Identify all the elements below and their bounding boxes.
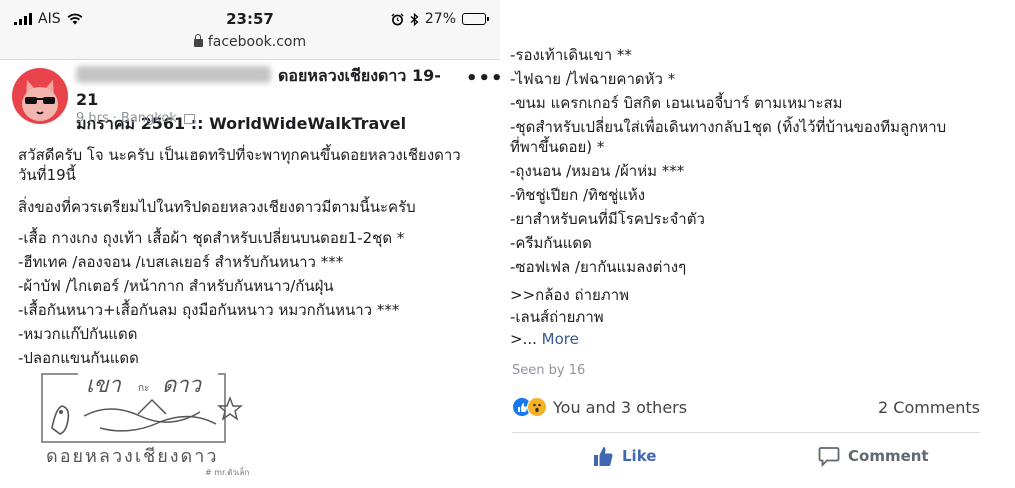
packing-list-item: >>กล้อง ถ่ายภาพ (510, 286, 630, 304)
bluetooth-icon (410, 12, 419, 26)
post-paragraph: วันที่19นี้ (18, 166, 76, 184)
lock-icon (193, 34, 203, 47)
battery-icon (462, 13, 489, 25)
more-options-icon[interactable]: ••• (466, 68, 500, 89)
thumbs-up-icon (594, 447, 613, 466)
comment-bubble-icon (818, 447, 840, 467)
author-avatar[interactable] (12, 68, 68, 124)
packing-list-item: -ยาสำหรับคนที่มีโรคประจำตัว (510, 210, 705, 228)
packing-list-item: -ไฟฉาย /ไฟฉายคาดหัว * (510, 70, 676, 88)
post-paragraph: สิ่งของที่ควรเตรียมไปในทริปดอยหลวงเชียงด… (18, 198, 416, 216)
ios-status-bar: AIS 23:57 27% facebook.com (0, 0, 500, 60)
packing-list-item: -ซอฟเฟล /ยากันแมลงต่างๆ (510, 258, 687, 276)
post-meta: 9 hrs · Bangkok (76, 111, 195, 126)
packing-list-item: -ถุงนอน /หมอน /ผ้าห่ม *** (510, 162, 685, 180)
alarm-clock-icon (391, 12, 404, 25)
logo-credit: # mr.ตัวเล็ก (205, 467, 249, 477)
battery-percent: 27% (424, 11, 456, 27)
packing-list-item: -หมวกแก๊ปกันแดด (18, 325, 138, 343)
packing-list-item: -รองเท้าเดินเขา ** (510, 46, 632, 64)
logo-line1-a: เขา (86, 373, 122, 398)
packing-list-item: -ปลอกแขนกันแดด (18, 349, 139, 367)
like-label: Like (622, 447, 657, 465)
wow-reaction-icon (527, 397, 547, 417)
logo-line1-c: ดาว (162, 373, 203, 398)
like-button[interactable]: Like (592, 442, 656, 470)
packing-list-item: -ขนม แครกเกอร์ บิสกิต เอนเนอจี้บาร์ ตามเ… (510, 94, 843, 112)
see-more[interactable]: >... More (510, 329, 579, 349)
packing-list-item: -ทิชชู่เปียก /ทิชชู่แห้ง (510, 186, 646, 204)
right-screenshot-panel: -รองเท้าเดินเขา ** -ไฟฉาย /ไฟฉายคาดหัว * -… (502, 0, 1015, 488)
packing-list-item: -เสื้อกันหนาว+เสื้อกันลม ถุงมือกันหนาว ห… (18, 301, 400, 319)
packing-list-item: -เสื้อ กางเกง ถุงเท้า เสื้อผ้า ชุดสำหรับ… (18, 229, 405, 247)
seen-by-count[interactable]: Seen by 16 (512, 363, 585, 378)
packing-list-item: ที่พาขึ้นดอย) * (510, 138, 605, 156)
packing-list-item: -ผ้าบัฟ /ไกเตอร์ /หน้ากาก สำหรับกันหนาว/… (18, 277, 334, 295)
more-prefix: >... (510, 330, 537, 348)
privacy-icon (183, 113, 195, 124)
url-text: facebook.com (207, 34, 307, 50)
address-bar[interactable]: facebook.com (0, 34, 500, 50)
post-location[interactable]: Bangkok (121, 111, 177, 126)
reactions-summary[interactable]: You and 3 others (512, 397, 687, 417)
comment-label: Comment (848, 447, 929, 465)
packing-list-item: -ครีมกันแดด (510, 234, 592, 252)
post-paragraph: สวัสดีครับ โจ นะครับ เป็นเฮดทริปที่จะพาท… (18, 146, 461, 164)
packing-list-item: -ฮีทเทค /ลองจอน /เบสเลเยอร์ สำหรับกันหนา… (18, 253, 344, 271)
post-time[interactable]: 9 hrs (76, 111, 109, 126)
see-more-link[interactable]: More (542, 330, 579, 348)
reactors-text: You and 3 others (553, 397, 688, 417)
post-title-line1: ดอยหลวงเชียงดาว 19-21 (76, 66, 441, 109)
packing-list-item: -เลนส์ถ่ายภาพ (510, 308, 604, 326)
left-screenshot-panel: AIS 23:57 27% facebook.com ดอยหลวงเชียงด… (0, 0, 500, 488)
logo-line1-b: กะ (138, 383, 149, 394)
comments-count[interactable]: 2 Comments (878, 398, 980, 417)
logo-line2: ดอยหลวงเชียงดาว (46, 446, 218, 467)
khao-ka-dao-logo: เขา กะ ดาว ดอยหลวงเชียงดาว # mr.ตัวเล็ก (40, 372, 255, 478)
comment-button[interactable]: Comment (818, 442, 929, 470)
avatar-cat-icon (22, 80, 58, 121)
divider (512, 432, 980, 433)
packing-list-item: -ชุดสำหรับเปลี่ยนใส่เพื่อเดินทางกลับ1ชุด… (510, 118, 947, 136)
